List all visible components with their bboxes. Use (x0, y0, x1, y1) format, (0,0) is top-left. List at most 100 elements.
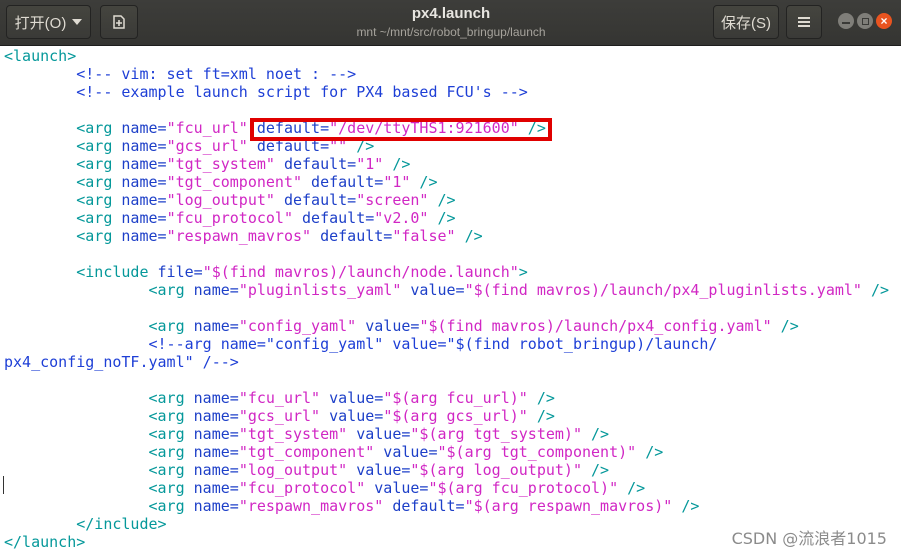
save-button[interactable]: 保存(S) (713, 5, 779, 39)
code-line[interactable]: <arg name="tgt_system" value="$(arg tgt_… (4, 425, 889, 443)
save-button-label: 保存(S) (721, 14, 771, 32)
code-token: "tgt_component" (238, 443, 375, 461)
code-token: "$(find mavros)/launch/px4_pluginlists.y… (464, 281, 862, 299)
code-token: <arg (148, 317, 194, 335)
code-token: value= (320, 407, 384, 425)
hamburger-menu-icon (798, 17, 810, 27)
code-token: "$(arg fcu_url)" (383, 389, 528, 407)
code-token: "config_yaml" (238, 317, 357, 335)
code-line[interactable] (4, 299, 889, 317)
code-token: default= (311, 227, 393, 245)
code-token: <arg (148, 497, 194, 515)
code-line[interactable]: <arg name="respawn_mavros" default="$(ar… (4, 497, 889, 515)
code-token: "false" (392, 227, 456, 245)
new-document-button[interactable] (100, 5, 138, 39)
menu-button[interactable] (786, 5, 822, 39)
code-token: name= (193, 479, 239, 497)
code-token: "tgt_system" (166, 155, 275, 173)
code-line[interactable]: <arg name="pluginlists_yaml" value="$(fi… (4, 281, 890, 299)
code-line[interactable]: <include file="$(find mavros)/launch/nod… (4, 263, 889, 281)
code-token: </launch> (4, 533, 86, 551)
code-token: <launch> (4, 47, 77, 65)
code-line[interactable]: px4_config_noTF.yaml" /--> (4, 353, 889, 371)
code-line[interactable]: <!--arg name="config_yaml" value="$(find… (4, 335, 889, 353)
annotation-highlight-box (250, 118, 552, 141)
code-token: "screen" (356, 191, 429, 209)
code-token: <arg (148, 389, 194, 407)
code-line[interactable] (4, 245, 889, 263)
code-line[interactable]: <arg name="fcu_protocol" default="v2.0" … (4, 209, 889, 227)
code-token: "fcu_url" (238, 389, 321, 407)
code-line[interactable]: <arg name="config_yaml" value="$(find ma… (4, 317, 889, 335)
code-token: <arg (76, 209, 122, 227)
code-line[interactable]: <arg name="tgt_component" default="1" /> (4, 173, 889, 191)
code-token: file= (157, 263, 203, 281)
code-token: "fcu_protocol" (238, 479, 366, 497)
window-subtitle: mnt ~/mnt/src/robot_bringup/launch (356, 25, 546, 39)
code-token: value= (347, 461, 411, 479)
code-token: "tgt_component" (166, 173, 303, 191)
code-token: "log_output" (166, 191, 275, 209)
code-token: /> (771, 317, 799, 335)
title-area: px4.launch mnt ~/mnt/src/robot_bringup/l… (300, 5, 602, 40)
code-token: "$(find mavros)/launch/node.launch" (202, 263, 519, 281)
code-line[interactable]: <launch> (4, 47, 889, 65)
open-button[interactable]: 打开(O) (6, 5, 91, 39)
open-button-label: 打开(O) (14, 14, 67, 32)
code-token: "respawn_mavros" (166, 227, 312, 245)
code-line[interactable] (4, 371, 889, 389)
code-token: "1" (356, 155, 384, 173)
code-token: <arg (148, 407, 194, 425)
code-token: name= (193, 443, 239, 461)
code-token: value= (356, 317, 420, 335)
watermark: CSDN @流浪者1015 (731, 525, 887, 549)
code-token: <!-- vim: set ft=xml noet : --> (76, 65, 357, 83)
code-line[interactable]: <arg name="gcs_url" value="$(arg gcs_url… (4, 407, 889, 425)
code-token: /> (428, 209, 456, 227)
code-line[interactable]: <arg name="tgt_component" value="$(arg t… (4, 443, 889, 461)
code-token: name= (121, 137, 167, 155)
code-token: default= (274, 191, 357, 209)
code-token: <arg (148, 425, 194, 443)
code-line[interactable]: <arg name="tgt_system" default="1" /> (4, 155, 889, 173)
code-token: <arg (148, 479, 194, 497)
text-cursor (3, 476, 4, 494)
code-token: "v2.0" (374, 209, 429, 227)
code-token: </include> (76, 515, 167, 533)
code-line[interactable] (4, 101, 889, 119)
code-line[interactable]: <arg name="fcu_url" value="$(arg fcu_url… (4, 389, 889, 407)
code-token: /> (582, 425, 610, 443)
code-token: /> (861, 281, 890, 299)
code-token: /> (636, 443, 664, 461)
code-line[interactable]: <!-- vim: set ft=xml noet : --> (4, 65, 889, 83)
text-editor[interactable]: <launch> <!-- vim: set ft=xml noet : -->… (0, 46, 901, 558)
code-line[interactable]: <arg name="fcu_protocol" value="$(arg fc… (4, 479, 889, 497)
code-line[interactable]: <!-- example launch script for PX4 based… (4, 83, 889, 101)
close-button[interactable]: × (876, 13, 892, 29)
code-token: /> (618, 479, 646, 497)
code-token: name= (193, 425, 239, 443)
code-token: "fcu_protocol" (166, 209, 293, 227)
code-token: <arg (76, 173, 122, 191)
code-token: "tgt_system" (238, 425, 348, 443)
code-token: "$(arg tgt_system)" (410, 425, 582, 443)
code-line[interactable]: <arg name="log_output" default="screen" … (4, 191, 889, 209)
minimize-button[interactable] (838, 13, 854, 29)
code-line[interactable]: <arg name="log_output" value="$(arg log_… (4, 461, 889, 479)
new-document-icon (113, 15, 125, 29)
code-token: default= (274, 155, 357, 173)
code-line[interactable]: <arg name="respawn_mavros" default="fals… (4, 227, 889, 245)
maximize-button[interactable] (857, 13, 873, 29)
code-token: /> (672, 497, 700, 515)
code-token: name= (121, 227, 167, 245)
code-token: <arg (148, 281, 194, 299)
code-token: name= (193, 461, 239, 479)
